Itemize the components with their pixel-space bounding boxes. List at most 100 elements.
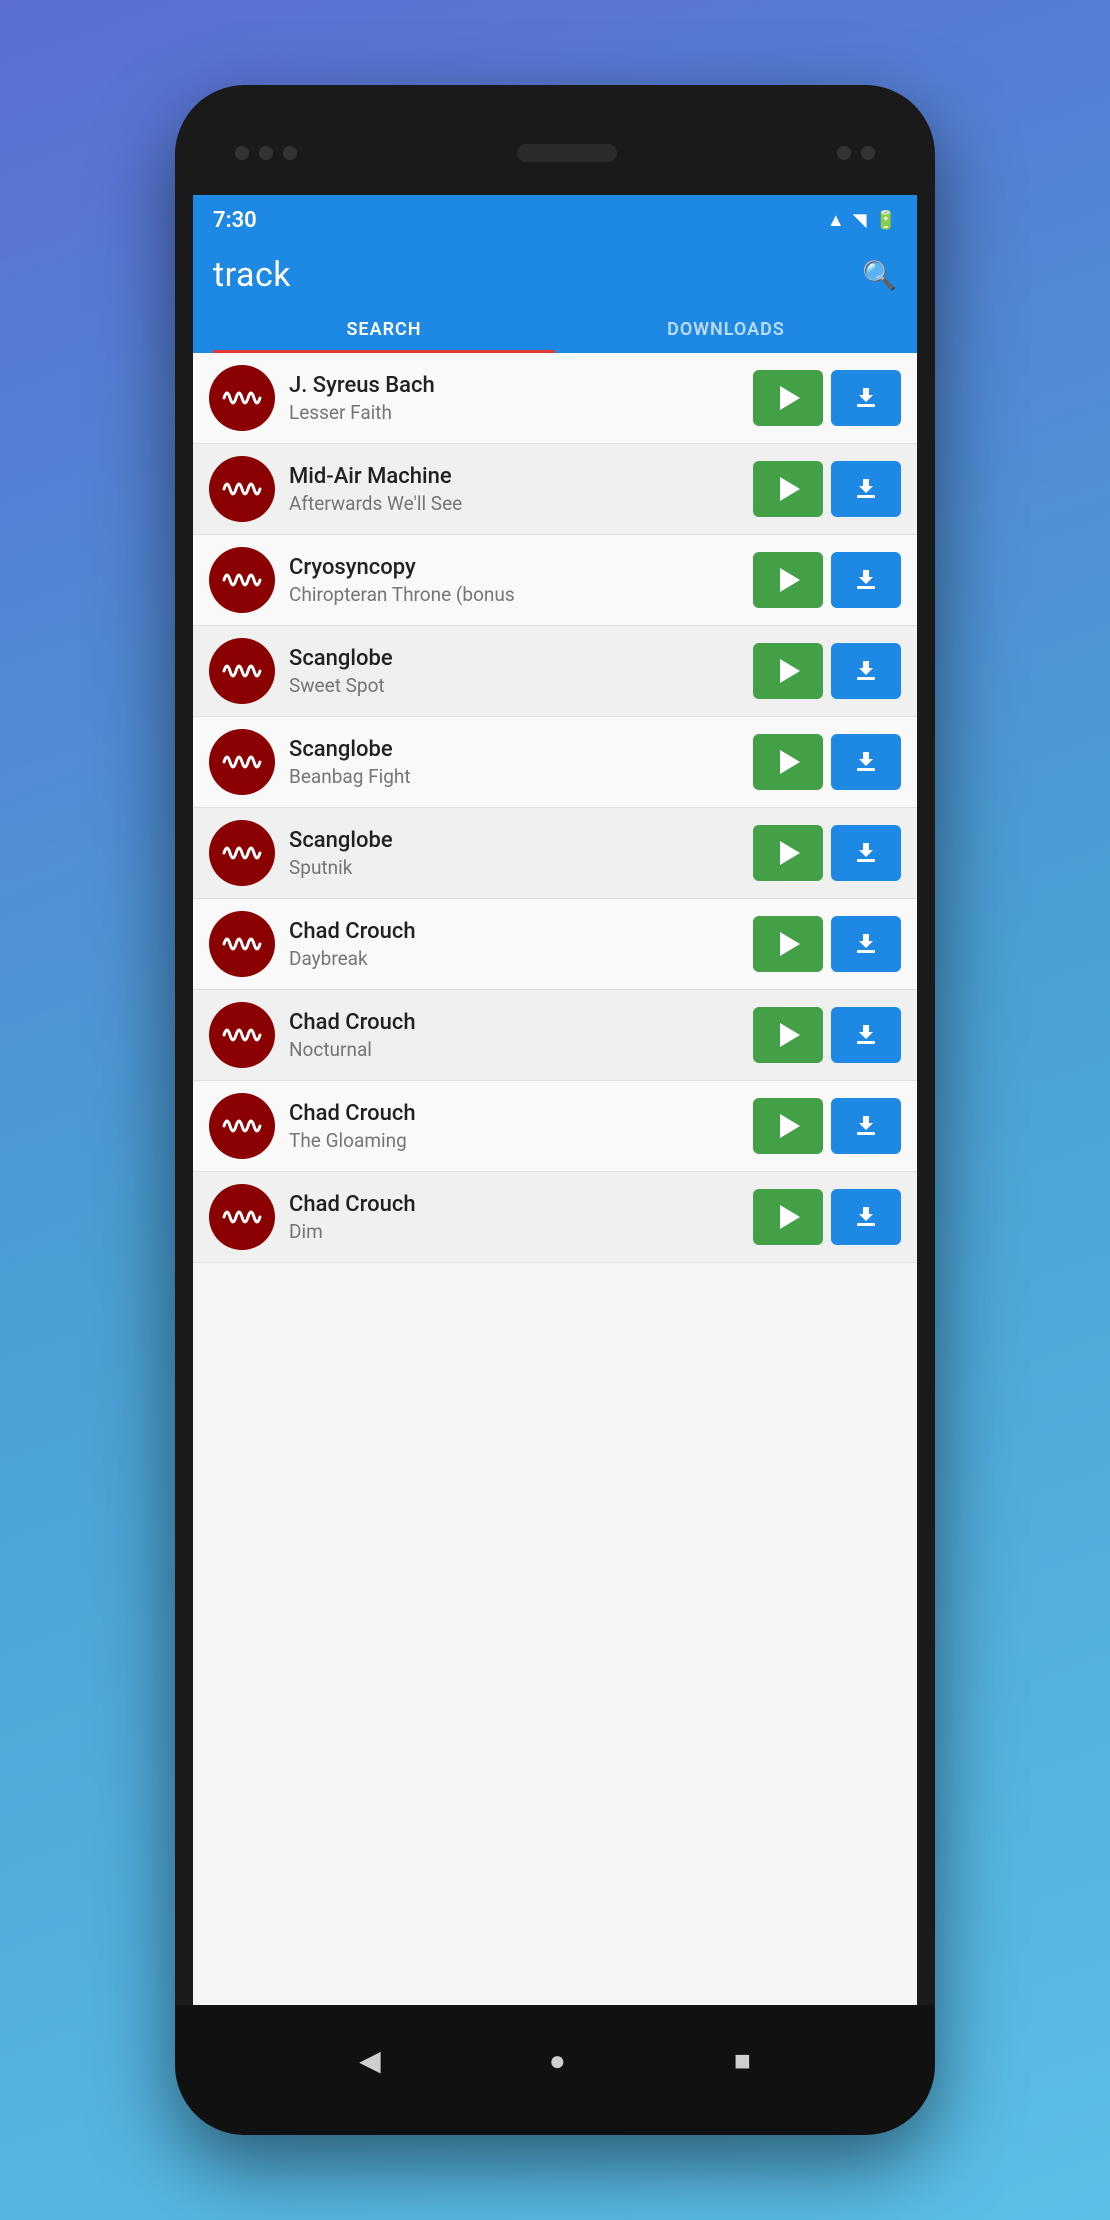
download-icon (852, 1021, 880, 1049)
track-artist: Chad Crouch (289, 1010, 739, 1035)
download-button[interactable] (831, 825, 901, 881)
status-time: 7:30 (213, 208, 257, 233)
sensor (259, 146, 273, 160)
download-icon (852, 566, 880, 594)
wifi-icon: ▲ (827, 210, 845, 231)
play-icon (780, 1114, 800, 1138)
list-item: Mid-Air Machine Afterwards We'll See (193, 444, 917, 535)
play-icon (780, 659, 800, 683)
list-item: Chad Crouch Daybreak (193, 899, 917, 990)
track-artist: Scanglobe (289, 737, 739, 762)
download-button[interactable] (831, 461, 901, 517)
play-icon (780, 1205, 800, 1229)
track-artist: Chad Crouch (289, 919, 739, 944)
track-buttons (753, 643, 901, 699)
track-buttons (753, 370, 901, 426)
phone-nav-bar: ◀ ● ■ (175, 2005, 935, 2135)
download-button[interactable] (831, 1007, 901, 1063)
track-buttons (753, 461, 901, 517)
search-icon[interactable]: 🔍 (862, 259, 897, 292)
track-avatar (209, 1002, 275, 1068)
track-info: Scanglobe Beanbag Fight (289, 737, 739, 788)
play-button[interactable] (753, 1189, 823, 1245)
app-header: track 🔍 SEARCH DOWNLOADS (193, 245, 917, 353)
download-icon (852, 748, 880, 776)
back-button[interactable]: ◀ (359, 2044, 381, 2077)
play-icon (780, 932, 800, 956)
track-title: Daybreak (289, 947, 739, 970)
track-avatar (209, 1184, 275, 1250)
play-button[interactable] (753, 916, 823, 972)
download-button[interactable] (831, 734, 901, 790)
track-buttons (753, 825, 901, 881)
tab-downloads[interactable]: DOWNLOADS (555, 305, 897, 353)
camera-right-dot (837, 146, 851, 160)
download-icon (852, 1203, 880, 1231)
screen: 7:30 ▲ ◥ 🔋 track 🔍 SEARCH DOWNLOADS (193, 195, 917, 2005)
download-button[interactable] (831, 370, 901, 426)
play-button[interactable] (753, 461, 823, 517)
track-title: The Gloaming (289, 1129, 739, 1152)
camera-right (837, 146, 875, 160)
track-title: Nocturnal (289, 1038, 739, 1061)
track-title: Beanbag Fight (289, 765, 739, 788)
track-artist: Scanglobe (289, 828, 739, 853)
track-buttons (753, 1098, 901, 1154)
track-info: Scanglobe Sweet Spot (289, 646, 739, 697)
track-avatar (209, 365, 275, 431)
phone-top-bar (175, 85, 935, 195)
play-button[interactable] (753, 643, 823, 699)
track-avatar (209, 1093, 275, 1159)
track-avatar (209, 729, 275, 795)
download-button[interactable] (831, 1098, 901, 1154)
download-button[interactable] (831, 552, 901, 608)
play-button[interactable] (753, 734, 823, 790)
play-button[interactable] (753, 552, 823, 608)
track-title: Lesser Faith (289, 401, 739, 424)
tab-search[interactable]: SEARCH (213, 305, 555, 353)
play-button[interactable] (753, 370, 823, 426)
track-title: Dim (289, 1220, 739, 1243)
list-item: Scanglobe Sweet Spot (193, 626, 917, 717)
track-title: Sputnik (289, 856, 739, 879)
camera-left (235, 146, 297, 160)
track-avatar (209, 547, 275, 613)
app-title: track (213, 255, 291, 295)
play-icon (780, 477, 800, 501)
track-info: Chad Crouch Daybreak (289, 919, 739, 970)
recent-button[interactable]: ■ (734, 2044, 751, 2077)
track-artist: Scanglobe (289, 646, 739, 671)
play-icon (780, 1023, 800, 1047)
track-list: J. Syreus Bach Lesser Faith Mid-Air Mach… (193, 353, 917, 2005)
status-bar: 7:30 ▲ ◥ 🔋 (193, 195, 917, 245)
play-icon (780, 750, 800, 774)
track-buttons (753, 916, 901, 972)
home-button[interactable]: ● (549, 2044, 566, 2077)
phone-frame: 7:30 ▲ ◥ 🔋 track 🔍 SEARCH DOWNLOADS (175, 85, 935, 2135)
download-icon (852, 657, 880, 685)
track-info: Mid-Air Machine Afterwards We'll See (289, 464, 739, 515)
track-buttons (753, 552, 901, 608)
track-avatar (209, 911, 275, 977)
play-button[interactable] (753, 825, 823, 881)
play-icon (780, 841, 800, 865)
play-button[interactable] (753, 1098, 823, 1154)
front-camera (235, 146, 249, 160)
track-artist: Mid-Air Machine (289, 464, 739, 489)
download-icon (852, 839, 880, 867)
track-avatar (209, 638, 275, 704)
list-item: Chad Crouch Nocturnal (193, 990, 917, 1081)
track-artist: Chad Crouch (289, 1101, 739, 1126)
track-buttons (753, 734, 901, 790)
download-icon (852, 1112, 880, 1140)
download-button[interactable] (831, 1189, 901, 1245)
play-icon (780, 568, 800, 592)
list-item: Cryosyncopy Chiropteran Throne (bonus (193, 535, 917, 626)
download-button[interactable] (831, 643, 901, 699)
download-button[interactable] (831, 916, 901, 972)
play-button[interactable] (753, 1007, 823, 1063)
battery-icon: 🔋 (875, 210, 897, 231)
download-icon (852, 384, 880, 412)
track-artist: Cryosyncopy (289, 555, 739, 580)
tab-bar: SEARCH DOWNLOADS (213, 305, 897, 353)
